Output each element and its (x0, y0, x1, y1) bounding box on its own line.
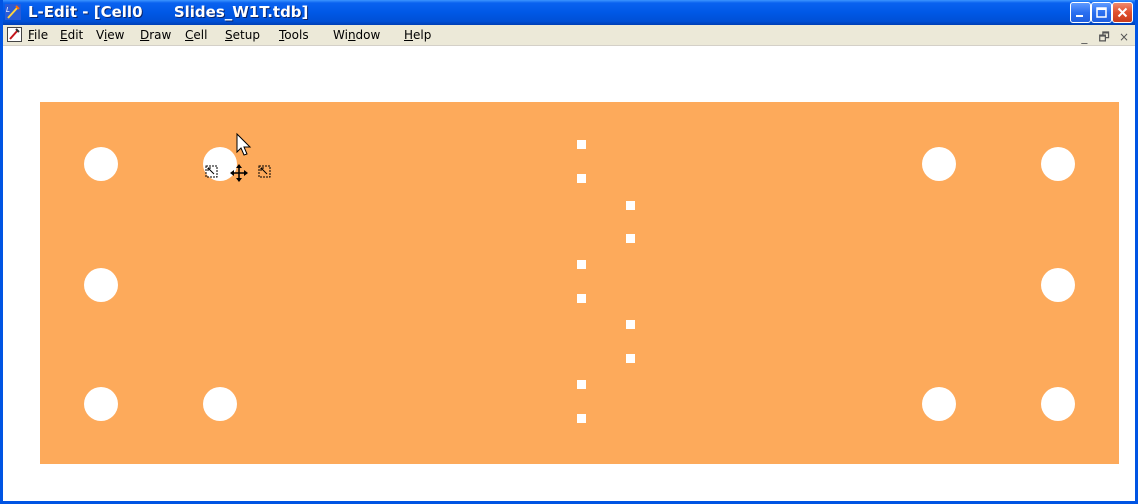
minimize-icon (1076, 15, 1083, 17)
menu-setup-label: etup (232, 28, 260, 42)
mdi-close-button[interactable]: × (1117, 30, 1131, 44)
menu-cell[interactable]: Cell (185, 28, 207, 42)
menu-file-label: ile (34, 28, 49, 42)
circle-top-left-2[interactable] (203, 147, 237, 181)
circle-bottom-right-2[interactable] (1041, 387, 1075, 421)
menu-window-pre: Wi (333, 28, 348, 42)
square-pad-5[interactable] (577, 260, 586, 269)
close-icon (1117, 7, 1128, 18)
square-pad-6[interactable] (577, 294, 586, 303)
square-pad-2[interactable] (577, 174, 586, 183)
circle-bottom-right-1[interactable] (922, 387, 956, 421)
menu-window-mnemonic: n (347, 28, 356, 42)
menu-setup-mnemonic: S (225, 28, 233, 42)
close-button[interactable] (1112, 2, 1133, 23)
square-pad-4[interactable] (626, 234, 635, 243)
square-pad-8[interactable] (626, 354, 635, 363)
menu-help-mnemonic: H (404, 28, 414, 42)
svg-text:L: L (6, 6, 10, 14)
square-pad-7[interactable] (626, 320, 635, 329)
mdi-controls: _ 🗗 × (1075, 28, 1131, 49)
mdi-restore-button[interactable]: 🗗 (1097, 28, 1111, 49)
maximize-button[interactable] (1091, 2, 1112, 23)
menu-draw[interactable]: Draw (140, 28, 171, 42)
menu-bar: File Edit View Draw Cell Setup Tools Win… (3, 25, 1135, 46)
l-edit-document-icon[interactable] (7, 27, 22, 42)
maximize-icon (1096, 7, 1107, 18)
l-edit-app-icon: L (5, 4, 21, 20)
circle-top-right-1[interactable] (922, 147, 956, 181)
menu-view-pre: V (96, 28, 104, 42)
menu-draw-label: raw (149, 28, 172, 42)
circle-bottom-left-1[interactable] (84, 387, 118, 421)
mdi-minimize-button[interactable]: _ (1077, 30, 1091, 44)
menu-window[interactable]: Window (333, 28, 380, 42)
menu-setup[interactable]: Setup (225, 28, 260, 42)
menu-view[interactable]: View (96, 28, 125, 42)
square-pad-1[interactable] (577, 140, 586, 149)
square-pad-10[interactable] (577, 414, 586, 423)
menu-edit-label: dit (67, 28, 84, 42)
minimize-button[interactable] (1070, 2, 1091, 23)
menu-file[interactable]: File (28, 28, 48, 42)
menu-tools[interactable]: Tools (279, 28, 309, 42)
menu-tools-label: ools (284, 28, 309, 42)
square-pad-9[interactable] (577, 380, 586, 389)
arrow-pointer-icon (236, 132, 252, 156)
menu-edit[interactable]: Edit (60, 28, 83, 42)
square-pad-3[interactable] (626, 201, 635, 210)
menu-draw-mnemonic: D (140, 28, 150, 42)
menu-edit-mnemonic: E (60, 28, 68, 42)
circle-top-right-2[interactable] (1041, 147, 1075, 181)
circle-bottom-left-2[interactable] (203, 387, 237, 421)
layout-canvas[interactable] (40, 102, 1119, 464)
menu-view-post: ew (107, 28, 125, 42)
circle-mid-right[interactable] (1041, 268, 1075, 302)
layout-drawing[interactable] (40, 102, 1119, 464)
circle-mid-left[interactable] (84, 268, 118, 302)
title-bar[interactable]: L L-Edit - [Cell0 Slides_W1T.tdb] (3, 0, 1135, 25)
l-edit-window: L L-Edit - [Cell0 Slides_W1T.tdb] File E… (0, 0, 1138, 504)
menu-window-post: dow (355, 28, 381, 42)
menu-help[interactable]: Help (404, 28, 431, 42)
menu-help-label: elp (413, 28, 432, 42)
circle-top-left-1[interactable] (84, 147, 118, 181)
menu-cell-label: ell (193, 28, 208, 42)
window-title: L-Edit - [Cell0 Slides_W1T.tdb] (28, 3, 309, 21)
